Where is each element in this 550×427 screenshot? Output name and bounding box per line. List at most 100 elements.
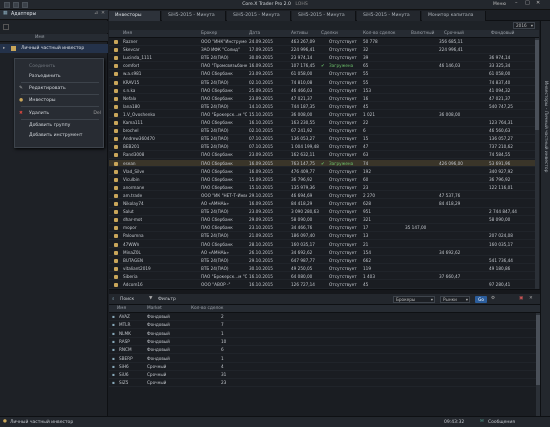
bcol-count[interactable]: Кол-во сделок	[191, 306, 223, 311]
adapter-list-item[interactable]: ▸ Личный частный инвестор	[0, 44, 108, 53]
settings-icon[interactable]: ⚙	[491, 296, 495, 301]
cell-broker: ВТБ 24(ПАО)	[201, 233, 229, 239]
messages-icon[interactable]: ✉	[480, 419, 484, 424]
menu-add-instrument[interactable]: Добавить инструмент	[15, 131, 105, 140]
col-stock[interactable]: Фондовый	[491, 31, 514, 36]
table-row[interactable]: Lucinda_1111 ВТБ 24(ПАО) 30.09.2015 23 974,…	[109, 54, 539, 62]
menu-investors[interactable]: ● Инвесторы	[15, 96, 105, 105]
table-row[interactable]: Salut ВТБ 24(ПАО) 23.09.2015 3 090 280,63 От…	[109, 208, 539, 216]
table-row[interactable]: Skevcar ЗАО ИФК "Солид" 17.09.2015 224 996,…	[109, 46, 539, 54]
menu-edit[interactable]: ✎ Редактировать	[15, 84, 105, 93]
table-row[interactable]: s.n.ka ПАО Сбербанк 25.09.2015 46 466,03 Отс…	[109, 87, 539, 95]
tab-chart-1[interactable]: SiH5-2015 - Минута	[162, 11, 226, 21]
filter-row[interactable]: ▪ SiH6 Срочный 4	[109, 363, 540, 371]
tab-chart-3[interactable]: SiH5-2015 - Минута	[292, 11, 356, 21]
filter-row[interactable]: ▪ NLMK Фондовый 1	[109, 330, 540, 338]
save-icon[interactable]	[13, 2, 19, 8]
table-row[interactable]: 47WWV ПАО Сбербанк 28.10.2015 160 035,17 Отс…	[109, 241, 539, 249]
tab-filter[interactable]: Фильтр	[158, 297, 176, 302]
year-select[interactable]: 2016 ▾	[513, 22, 535, 29]
table-row[interactable]: Kama111 ПАО Сбербанк 16.10.2015 163 230,55 О…	[109, 119, 539, 127]
table-row[interactable]: anormane ПАО Сбербанк 15.10.2015 135 979,36…	[109, 184, 539, 192]
close-filter-icon[interactable]: ✕	[529, 296, 533, 301]
maximize-icon[interactable]: □	[525, 0, 530, 6]
close-panel-icon[interactable]: ✕	[101, 11, 105, 16]
col-date[interactable]: Дата	[249, 31, 260, 36]
scrollbar-thumb[interactable]	[536, 315, 540, 385]
tab-chart-2[interactable]: SiH5-2015 - Минута	[227, 11, 291, 21]
table-row[interactable]: Siberia ПАО "Брокерск...м "ОТКРЫТИЕ"16.10…	[109, 273, 539, 281]
table-row[interactable]: 1.V_Ovoshenko ПАО "Брокерск...м "ОТКРЫТИЕ…	[109, 111, 539, 119]
col-trades[interactable]: Сделки	[321, 31, 338, 36]
filter-row[interactable]: ▪ RNCM Фондовый 6	[109, 346, 540, 355]
table-row[interactable]: BEB201 ВТБ 24(ПАО) 07.10.2015 1 004 199,48 О…	[109, 143, 539, 151]
menu-add-group[interactable]: Добавить группу	[15, 121, 105, 130]
go-button[interactable]: Go	[475, 296, 487, 303]
table-row[interactable]: lana180 ВТБ 24(ПАО) 14.10.2015 744 187,35 От…	[109, 103, 539, 111]
table-row[interactable]: Nikolay74 АО «АМНАЬ» 16.09.2015 84 418,29 От…	[109, 200, 539, 208]
tab-search[interactable]: Поиск	[120, 297, 134, 302]
markets-select[interactable]: Рынки ▾	[440, 296, 470, 303]
col-count[interactable]: Кол-во сделок	[363, 31, 395, 36]
table-row[interactable]: MinaZ0L АО «АМНАЬ» 26.10.2015 34 692,62 Отсу…	[109, 249, 539, 257]
table-row[interactable]: Rand3008 ПАО Сбербанк 23.09.2015 162 632,11…	[109, 151, 539, 159]
menu-delete[interactable]: ✖ Удалить Del	[15, 109, 105, 118]
menu-button[interactable]: Меню	[493, 2, 506, 7]
col-name[interactable]: Имя	[123, 31, 132, 36]
table-row[interactable]: w.a.s981 ПАО Сбербанк 23.09.2015 61 058,00 О…	[109, 70, 539, 78]
tab-capital-monitor[interactable]: Монитор капитала	[422, 11, 486, 21]
cell-name: brochel	[123, 128, 139, 134]
layout-icon[interactable]	[22, 2, 28, 8]
table-row[interactable]: BUTAGEN ВТБ 24(ПАО) 29.10.2015 647 987,77 От…	[109, 257, 539, 265]
filter-row[interactable]: ▪ RASP Фондовый 10	[109, 338, 540, 346]
table-row[interactable]: am.trade ООО "ИК "НЕТ-Т-Инвест"29.10.2015…	[109, 192, 539, 200]
menu-disconnect[interactable]: Разъединить	[15, 72, 105, 81]
messages-label[interactable]: Сообщения	[488, 420, 515, 425]
table-row[interactable]: brochel ВТБ 24(ПАО) 02.10.2015 67 241,92 Отс…	[109, 127, 539, 135]
col-futures[interactable]: Срочный	[444, 31, 464, 36]
filter-row[interactable]: ▪ AVAZ Фондовый 2	[109, 313, 540, 322]
table-row[interactable]: dhar-mot ПАО Сбербанк 29.09.2015 58 090,00 О…	[109, 216, 539, 224]
pin-icon[interactable]: ⊿	[94, 11, 98, 16]
search-icon[interactable]: ⌕	[112, 296, 115, 302]
filter-icon[interactable]: ▼	[149, 296, 152, 301]
column-name[interactable]: Имя	[35, 35, 44, 40]
table-row[interactable]: Nefalx ПАО Сбербанк 23.09.2015 47 021,37 Отс…	[109, 95, 539, 103]
add-icon[interactable]	[3, 24, 9, 30]
filter-row[interactable]: ▪ SiU6 Срочный 31	[109, 371, 540, 380]
table-scrollbar[interactable]	[535, 38, 539, 289]
table-row[interactable]: Razner ООО "ИНК"Инструментинвест"24.09.20…	[109, 38, 539, 46]
table-row[interactable]: mopor ПАО Сбербанк 23.10.2015 34 466,76 Отсу…	[109, 224, 539, 232]
table-row[interactable]: Andrew360470 ВТБ 24(ПАО) 07.10.2015 136 053…	[109, 135, 539, 143]
bcol-name[interactable]: Имя	[117, 306, 126, 311]
filter-row[interactable]: ▪ MTLR Фондовый 7	[109, 321, 540, 330]
col-broker[interactable]: Брокер	[201, 31, 217, 36]
table-row[interactable]: Paloumna ВТБ 24(ПАО) 21.09.2015 186 097,40 О…	[109, 232, 539, 240]
col-assets[interactable]: Активы	[291, 31, 308, 36]
expand-icon[interactable]: ▸	[3, 46, 5, 51]
filter-row[interactable]: ▪ SBERP Фондовый 1	[109, 355, 540, 363]
table-row[interactable]: Viculbin ПАО Сбербанк 15.09.2015 36 796,92 О…	[109, 176, 539, 184]
table-row[interactable]: vitaliant2019 ВТБ 24(ПАО) 30.10.2015 49 250…	[109, 265, 539, 273]
table-row[interactable]: Vlad_Silve ПАО Сбербанк 16.09.2015 476 409,…	[109, 168, 539, 176]
filter-scrollbar[interactable]	[536, 313, 540, 416]
export-icon[interactable]: ▣	[519, 296, 523, 301]
right-sidebar-label: Инвесторы - Личный частный инвестор	[543, 81, 548, 173]
bcol-market[interactable]: Market	[147, 306, 162, 311]
minimize-icon[interactable]: –	[515, 0, 518, 6]
scrollbar-thumb[interactable]	[535, 40, 539, 130]
filter-row[interactable]: ▪ SiZ5 Срочный 23	[109, 379, 540, 388]
col-fx[interactable]: Валютный	[411, 31, 434, 36]
menu-disconnect-label: Разъединить	[29, 74, 61, 79]
right-sidebar[interactable]: Инвесторы - Личный частный инвестор	[540, 21, 550, 416]
table-row[interactable]: Adcom16 ООО "АВОР -" 16.10.2015 126 727,14 О…	[109, 281, 539, 289]
tab-investors[interactable]: Инвесторы	[109, 11, 161, 21]
brokers-select[interactable]: Брокеры ▾	[393, 296, 435, 303]
cell-count: 2 270	[363, 192, 375, 198]
close-icon[interactable]: ✕	[536, 0, 540, 6]
table-row[interactable]: KRAV15 ВТБ 24(ПАО) 02.10.2015 74 810,08 Отсу…	[109, 79, 539, 87]
tab-chart-4[interactable]: SiH5-2015 - Минута	[357, 11, 421, 21]
menu-connect[interactable]: Соединить	[15, 62, 105, 71]
table-row[interactable]: comfort ПАО "Промсвязьбанк 16.09.2015 107 1…	[109, 62, 539, 70]
table-row[interactable]: esean ПАО Сбербанк 16.09.2015 763 147,75 Заг…	[109, 159, 539, 168]
